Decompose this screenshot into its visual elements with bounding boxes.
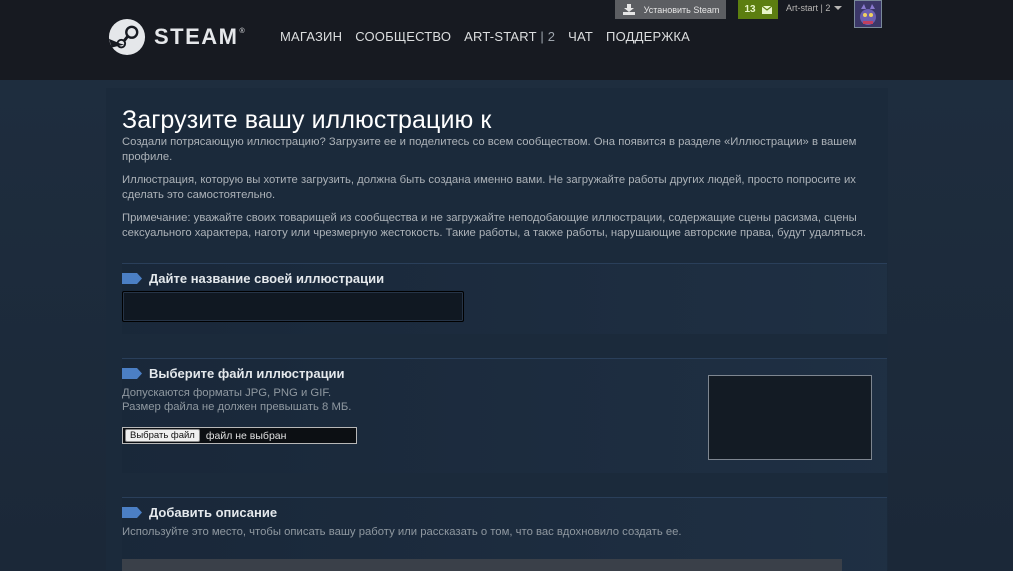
choose-file-button[interactable]: Выбрать файл xyxy=(125,429,200,442)
nav-profile[interactable]: ART-START | 2 xyxy=(464,29,555,44)
note-text: Примечание: уважайте своих товарищей из … xyxy=(122,212,867,239)
account-name: Art-start | 2 xyxy=(786,3,831,13)
section-title-header: Дайте название своей иллюстрации xyxy=(122,271,384,286)
account-menu[interactable]: Art-start | 2 xyxy=(786,3,843,13)
description-hint: Используйте это место, чтобы описать ваш… xyxy=(122,526,682,538)
file-input[interactable]: Выбрать файл файл не выбран xyxy=(122,427,357,444)
ownership-text: Иллюстрация, которую вы хотите загрузить… xyxy=(122,174,856,201)
nav-chat[interactable]: ЧАТ xyxy=(568,29,593,44)
main-nav: МАГАЗИН СООБЩЕСТВО ART-START | 2 ЧАТ ПОД… xyxy=(280,29,703,44)
install-steam-button[interactable]: Установить Steam xyxy=(615,0,726,19)
intro-text: Создали потрясающую иллюстрацию? Загрузи… xyxy=(122,136,857,163)
caret-down-icon xyxy=(834,6,843,10)
section-file-header: Выберите файл иллюстрации xyxy=(122,366,345,381)
tag-icon xyxy=(122,507,142,518)
notifications-count: 13 xyxy=(744,4,756,15)
nav-community[interactable]: СООБЩЕСТВО xyxy=(355,29,451,44)
tag-icon xyxy=(122,368,142,379)
section-description-header: Добавить описание xyxy=(122,505,277,520)
description-textarea[interactable] xyxy=(122,559,842,571)
avatar-image xyxy=(855,1,881,27)
nav-store[interactable]: МАГАЗИН xyxy=(280,29,342,44)
section-file-label: Выберите файл иллюстрации xyxy=(149,366,345,381)
notifications-button[interactable]: 13 xyxy=(738,0,778,19)
download-icon xyxy=(622,3,635,15)
install-steam-label: Установить Steam xyxy=(643,4,720,15)
logo-text: STEAM xyxy=(154,24,239,49)
section-title-label: Дайте название своей иллюстрации xyxy=(149,271,385,286)
file-formats-hint: Допускаются форматы JPG, PNG и GIF. xyxy=(122,387,332,399)
file-size-hint: Размер файла не должен превышать 8 МБ. xyxy=(122,401,352,413)
steam-logo[interactable]: STEAM ® xyxy=(108,18,245,56)
tag-icon xyxy=(122,273,142,284)
envelope-icon xyxy=(761,5,772,14)
nav-profile-label: ART-START xyxy=(464,29,537,44)
avatar[interactable] xyxy=(854,0,882,28)
artwork-title-input[interactable] xyxy=(122,291,464,322)
image-preview xyxy=(708,375,872,460)
steam-logo-icon xyxy=(108,18,146,56)
page-title: Загрузите вашу иллюстрацию к xyxy=(122,106,492,134)
global-header: STEAM ® МАГАЗИН СООБЩЕСТВО ART-START | 2… xyxy=(0,0,1013,80)
section-description-label: Добавить описание xyxy=(149,505,278,520)
nav-support[interactable]: ПОДДЕРЖКА xyxy=(606,29,690,44)
logo-trademark: ® xyxy=(239,27,245,35)
nav-profile-sub: | 2 xyxy=(540,29,556,44)
file-status: файл не выбран xyxy=(205,429,287,442)
